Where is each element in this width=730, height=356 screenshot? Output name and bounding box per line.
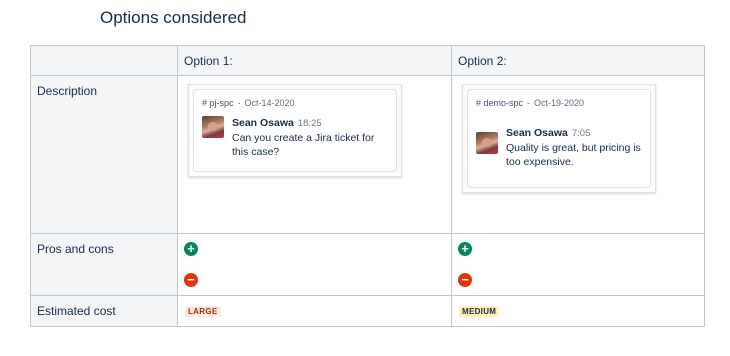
channel-name[interactable]: # demo-spc: [476, 98, 523, 108]
message-time: 7:05: [571, 128, 591, 139]
pros-cons-cell-option-2: + −: [451, 233, 705, 296]
row-label: Pros and cons: [37, 242, 114, 256]
row-label-cell: Description: [30, 75, 178, 234]
pros-cons-cell-option-1: + −: [177, 233, 452, 296]
cost-lozenge: LARGE: [185, 306, 221, 317]
slack-message-header: # pj-spc - Oct-14-2020: [202, 98, 295, 108]
cost-cell-option-1: LARGE: [177, 295, 452, 327]
message-date: Oct-14-2020: [244, 98, 295, 108]
table-header-row: Option 1: Option 2:: [30, 45, 705, 76]
message-body: Sean Osawa 18:25 Can you create a Jira ti…: [232, 116, 388, 159]
page-title: Options considered: [100, 8, 247, 27]
author-name: Sean Osawa: [232, 117, 294, 129]
message-time: 18:25: [297, 118, 322, 129]
message-text: Can you create a Jira ticket for this ca…: [232, 132, 375, 158]
row-label: Description: [37, 84, 98, 98]
slack-message-card[interactable]: # pj-spc - Oct-14-2020 Sean Osawa 18:25 Can…: [188, 84, 402, 177]
row-label-cell: Estimated cost: [30, 295, 178, 327]
description-cell-option-1: # pj-spc - Oct-14-2020 Sean Osawa 18:25 Can…: [177, 75, 452, 234]
header-cell-empty: [30, 45, 178, 76]
slack-message: Sean Osawa 7:05 Quality is great, but pri…: [476, 126, 642, 169]
slack-message-inner: # pj-spc - Oct-14-2020 Sean Osawa 18:25 Can…: [193, 89, 397, 172]
author-name: Sean Osawa: [506, 127, 568, 139]
avatar: [202, 116, 224, 138]
table-row-pros-cons: Pros and cons + − + −: [30, 233, 705, 296]
header-label: Option 2:: [458, 54, 507, 68]
slack-message-header: # demo-spc - Oct-19-2020: [476, 98, 585, 108]
minus-icon: −: [458, 273, 472, 287]
plus-icon: +: [184, 242, 198, 256]
header-cell-option-2: Option 2:: [451, 45, 705, 76]
header-label: Option 1:: [184, 54, 233, 68]
minus-icon: −: [184, 273, 198, 287]
table-row-description: Description # pj-spc - Oct-14-2020 Sean Os…: [30, 75, 705, 234]
plus-icon: +: [458, 242, 472, 256]
avatar: [476, 132, 498, 154]
row-label: Estimated cost: [37, 304, 116, 318]
row-label-cell: Pros and cons: [30, 233, 178, 296]
message-text: Quality is great, but pricing is too exp…: [506, 142, 641, 168]
description-cell-option-2: # demo-spc - Oct-19-2020 Sean Osawa 7:05 Qu…: [451, 75, 705, 234]
options-table: Option 1: Option 2: Description # pj-spc…: [30, 45, 705, 327]
slack-message-inner: # demo-spc - Oct-19-2020 Sean Osawa 7:05 Qu…: [467, 89, 651, 188]
header-cell-option-1: Option 1:: [177, 45, 452, 76]
message-body: Sean Osawa 7:05 Quality is great, but pri…: [506, 126, 642, 169]
message-date: Oct-19-2020: [534, 98, 585, 108]
table-row-estimated-cost: Estimated cost LARGE MEDIUM: [30, 295, 705, 327]
slack-message-card[interactable]: # demo-spc - Oct-19-2020 Sean Osawa 7:05 Qu…: [462, 84, 656, 193]
cost-cell-option-2: MEDIUM: [451, 295, 705, 327]
channel-name[interactable]: # pj-spc: [202, 98, 234, 108]
cost-lozenge: MEDIUM: [459, 306, 500, 317]
slack-message: Sean Osawa 18:25 Can you create a Jira ti…: [202, 116, 388, 159]
